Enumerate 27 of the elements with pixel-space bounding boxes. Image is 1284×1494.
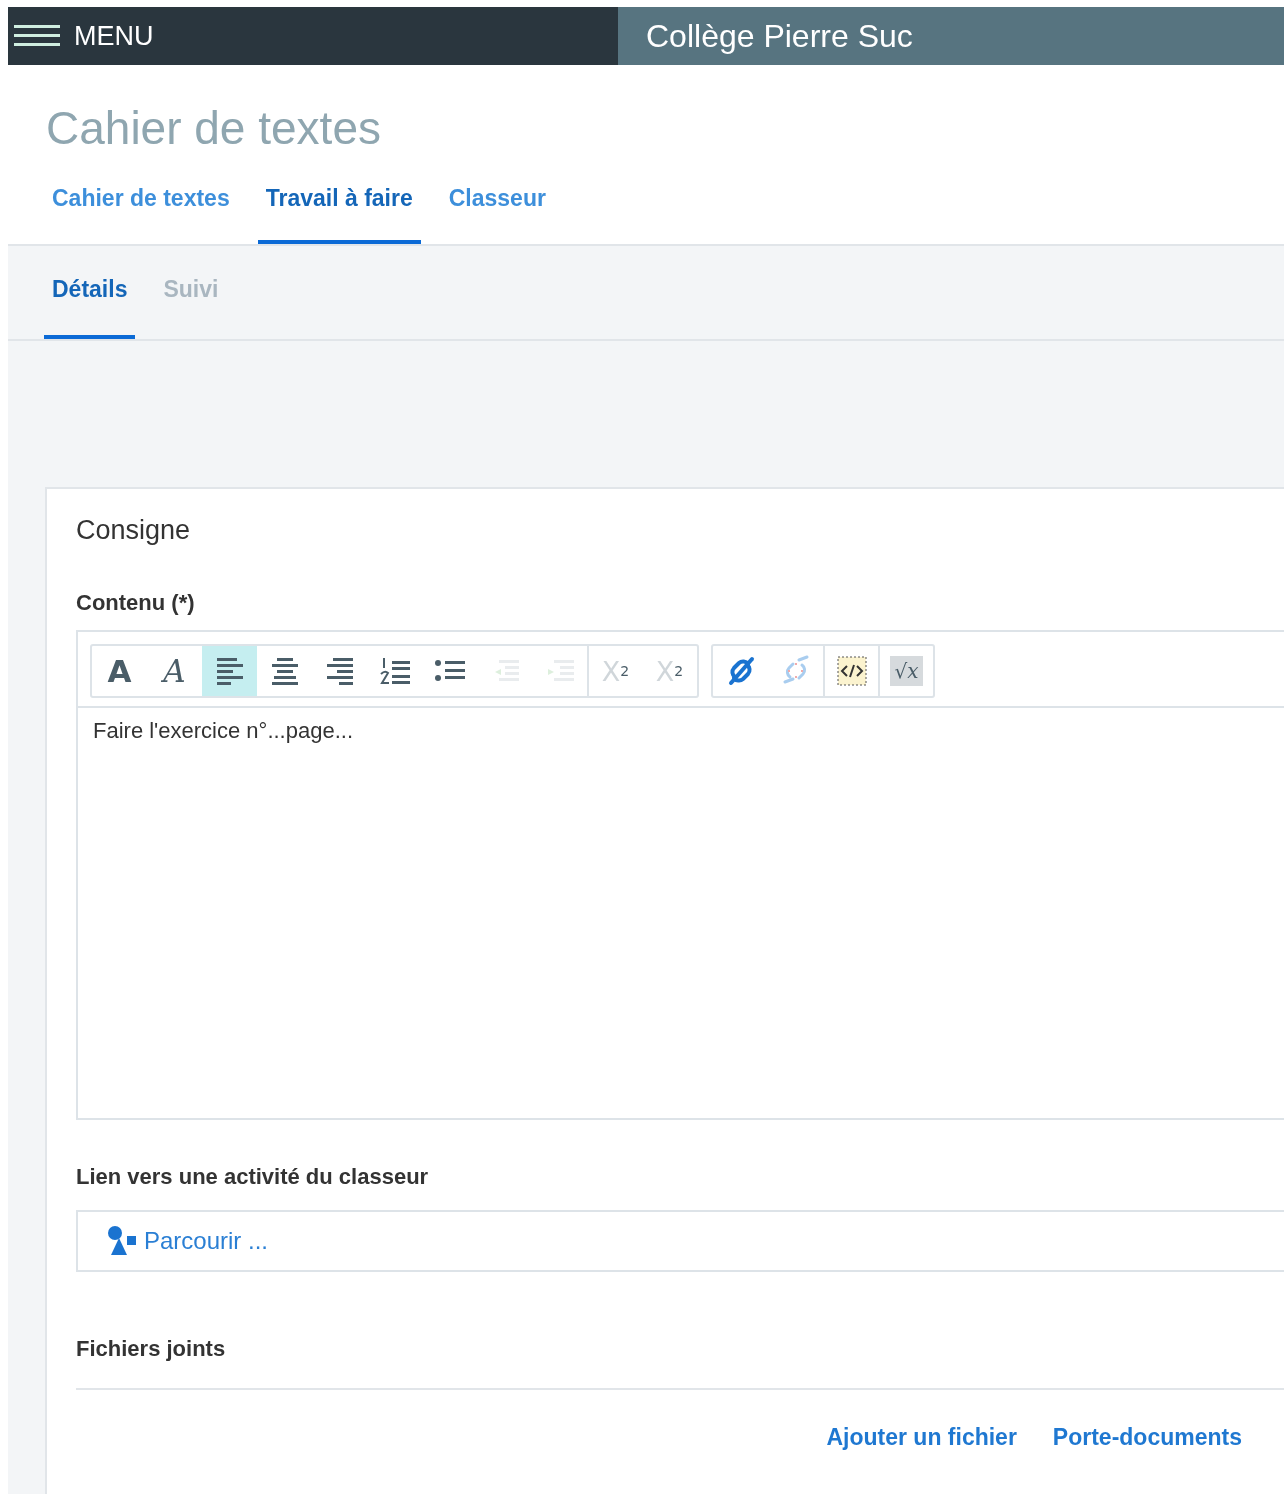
italic-button[interactable]: A	[147, 646, 202, 696]
code-icon	[836, 656, 867, 686]
align-left-icon	[216, 657, 243, 685]
shapes-icon	[106, 1225, 138, 1257]
tab[interactable]: Détails	[44, 272, 136, 339]
page-title: Cahier de textes	[46, 101, 382, 156]
action-link[interactable]: Porte-documents	[1052, 1424, 1242, 1451]
field-label: Contenu (*)	[76, 590, 196, 616]
indent-icon	[545, 659, 574, 683]
bold-button[interactable]: A	[92, 646, 147, 696]
section-title: Consigne	[76, 515, 192, 546]
menu-label: MENU	[74, 20, 154, 52]
menu-button[interactable]: MENU	[8, 7, 618, 65]
bullet-list-icon	[434, 659, 465, 683]
align-left-button[interactable]	[202, 646, 257, 696]
tab[interactable]: Classeur	[440, 175, 554, 244]
align-center-icon	[271, 657, 298, 685]
menu-icon	[14, 24, 60, 48]
school-name: Collège Pierre Suc	[646, 17, 913, 55]
browse-link[interactable]: Parcourir ...	[106, 1225, 269, 1257]
numbered-list-icon	[379, 657, 410, 685]
action-link[interactable]: Ajouter un fichier	[826, 1424, 1017, 1451]
field-label: Fichiers joints	[76, 1336, 227, 1362]
field-label: Lien vers une activité du classeur	[76, 1164, 430, 1190]
align-right-icon	[326, 657, 353, 685]
editor-text: Faire l'exercice n°...page...	[92, 717, 354, 745]
tab[interactable]: Cahier de textes	[44, 175, 238, 244]
